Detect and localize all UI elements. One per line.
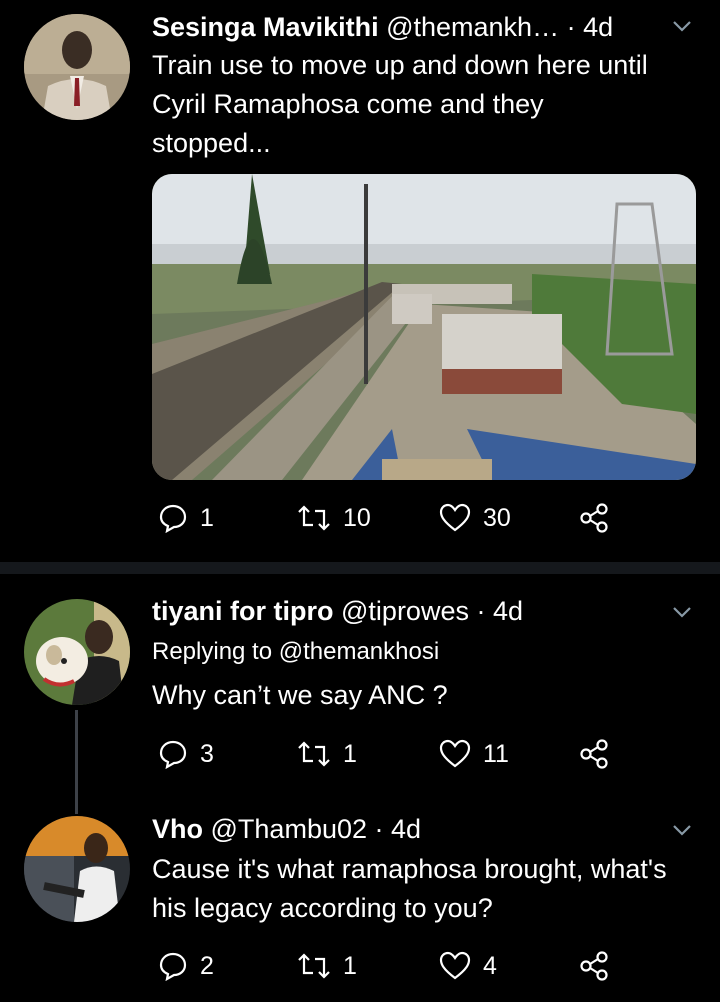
retweet-count: 1 bbox=[343, 951, 357, 980]
retweet-count: 1 bbox=[343, 739, 357, 768]
section-divider bbox=[0, 562, 720, 574]
reply-button[interactable]: 1 bbox=[158, 498, 214, 538]
like-count: 11 bbox=[483, 739, 509, 768]
retweet-icon bbox=[298, 953, 330, 979]
avatar[interactable] bbox=[24, 599, 130, 705]
retweet-button[interactable]: 10 bbox=[297, 498, 371, 538]
display-name[interactable]: Vho bbox=[152, 814, 203, 844]
reply-count: 2 bbox=[200, 951, 214, 980]
share-icon bbox=[580, 951, 608, 981]
retweet-icon bbox=[298, 741, 330, 767]
retweet-button[interactable]: 1 bbox=[297, 734, 357, 774]
share-button[interactable] bbox=[579, 734, 609, 774]
retweet-icon bbox=[298, 505, 330, 531]
tweet-header: tiyani for tipro @tiprowes · 4d bbox=[152, 594, 523, 628]
tweet-1[interactable]: Sesinga Mavikithi @themankh… · 4d Train … bbox=[0, 0, 720, 560]
chevron-down-icon[interactable] bbox=[670, 818, 694, 842]
reply-button[interactable]: 3 bbox=[158, 734, 214, 774]
replying-to[interactable]: Replying to @themankhosi bbox=[152, 637, 439, 667]
reply-icon bbox=[159, 504, 187, 533]
tweet-header: Sesinga Mavikithi @themankh… · 4d bbox=[152, 10, 613, 44]
share-icon bbox=[580, 739, 608, 769]
handle[interactable]: @tiprowes bbox=[341, 596, 469, 626]
reply-count: 3 bbox=[200, 739, 214, 768]
reply-icon bbox=[159, 740, 187, 769]
retweet-button[interactable]: 1 bbox=[297, 946, 357, 986]
tweet-text: Cause it's what ramaphosa brought, what'… bbox=[152, 854, 667, 923]
display-name[interactable]: tiyani for tipro bbox=[152, 596, 334, 626]
like-icon bbox=[439, 951, 471, 980]
tweet-text: Train use to move up and down here until… bbox=[152, 50, 648, 158]
tweet-3[interactable]: Vho @Thambu02 · 4d Cause it's what ramap… bbox=[0, 810, 720, 1002]
like-count: 30 bbox=[483, 503, 511, 532]
share-button[interactable] bbox=[579, 498, 609, 538]
chevron-down-icon[interactable] bbox=[670, 14, 694, 38]
avatar[interactable] bbox=[24, 816, 130, 922]
like-button[interactable]: 30 bbox=[439, 498, 511, 538]
reply-icon bbox=[159, 952, 187, 981]
like-count: 4 bbox=[483, 951, 497, 980]
handle[interactable]: @themankh… bbox=[386, 12, 559, 42]
tweet-text: Why can’t we say ANC ? bbox=[152, 680, 448, 710]
tweet-actions: 3 1 11 bbox=[152, 734, 622, 774]
retweet-count: 10 bbox=[343, 503, 371, 532]
like-icon bbox=[439, 739, 471, 768]
timestamp[interactable]: · 4d bbox=[567, 12, 614, 42]
like-button[interactable]: 11 bbox=[439, 734, 509, 774]
tweet-actions: 2 1 4 bbox=[152, 946, 622, 986]
tweet-2[interactable]: tiyani for tipro @tiprowes · 4d Replying… bbox=[0, 574, 720, 814]
display-name[interactable]: Sesinga Mavikithi bbox=[152, 12, 379, 42]
like-button[interactable]: 4 bbox=[439, 946, 497, 986]
timestamp[interactable]: · 4d bbox=[375, 814, 422, 844]
like-icon bbox=[439, 503, 471, 532]
tweet-photo[interactable] bbox=[152, 174, 696, 480]
avatar[interactable] bbox=[24, 14, 130, 120]
tweet-header: Vho @Thambu02 · 4d bbox=[152, 812, 421, 846]
chevron-down-icon[interactable] bbox=[670, 600, 694, 624]
share-button[interactable] bbox=[579, 946, 609, 986]
share-icon bbox=[580, 503, 608, 533]
reply-button[interactable]: 2 bbox=[158, 946, 214, 986]
timestamp[interactable]: · 4d bbox=[476, 596, 523, 626]
handle[interactable]: @Thambu02 bbox=[211, 814, 368, 844]
thread-line bbox=[75, 710, 78, 814]
reply-count: 1 bbox=[200, 503, 214, 532]
tweet-actions: 1 10 30 bbox=[152, 498, 622, 538]
